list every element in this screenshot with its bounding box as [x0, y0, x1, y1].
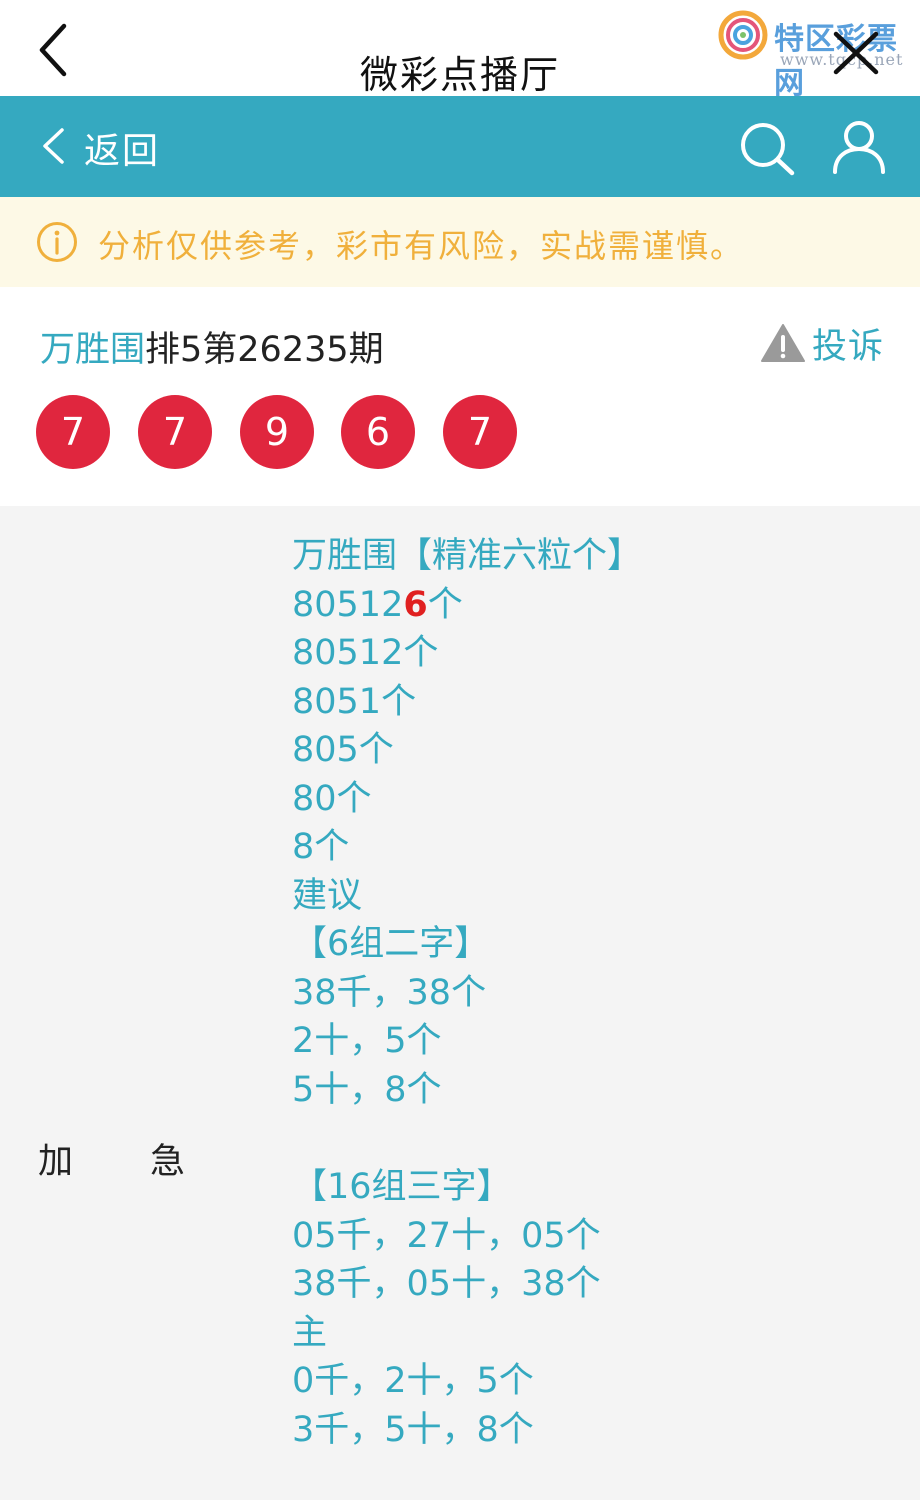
risk-warning-banner: 分析仅供参考，彩市有风险，实战需谨慎。	[0, 197, 920, 287]
number-ball: 7	[138, 395, 212, 469]
content-line: 建议	[292, 876, 363, 916]
content-line: 8个	[292, 827, 350, 867]
content-line: 80512个	[292, 633, 439, 673]
content-line: 2十，5个	[292, 1021, 442, 1061]
complaint-button[interactable]: 投诉	[760, 321, 884, 367]
content-heading: 万胜围【精准六粒个】	[292, 536, 643, 576]
complaint-label: 投诉	[812, 326, 885, 367]
chevron-left-icon[interactable]	[40, 126, 66, 166]
content-line-suffix: 个	[427, 585, 463, 625]
side-label-left: 加	[38, 1142, 74, 1182]
info-icon	[37, 222, 77, 262]
content-line: 5十，8个	[292, 1070, 442, 1110]
site-logo: 特区彩票网 www.tqcp.net	[718, 10, 914, 101]
warning-text: 分析仅供参考，彩市有风险，实战需谨慎。	[98, 227, 745, 265]
content-line: 【16组三字】	[292, 1167, 512, 1207]
warning-triangle-icon	[761, 324, 805, 362]
content-line: 38千，38个	[292, 973, 487, 1013]
close-icon[interactable]	[830, 28, 882, 78]
side-label-right: 急	[150, 1142, 186, 1182]
title-bar: 微彩点播厅 特区彩票网 www.tqcp.net	[0, 0, 920, 101]
issue-label: 排5第26235期	[145, 330, 384, 370]
highlight-digit: 6	[403, 585, 428, 625]
nav-bar: 返回	[0, 96, 920, 197]
content-line: 3千，5十，8个	[292, 1410, 534, 1450]
content-line: 0千，2十，5个	[292, 1361, 534, 1401]
content-line-prefix: 80512	[292, 585, 404, 625]
content-line: 805个	[292, 730, 394, 770]
content-line: 38千，05十，38个	[292, 1264, 601, 1304]
search-icon[interactable]	[738, 120, 796, 176]
content-line: 主	[292, 1313, 328, 1353]
number-ball: 6	[341, 395, 415, 469]
prediction-content: 万胜围【精准六粒个】 805126个 80512个 8051个 805个 80个…	[0, 506, 920, 1500]
logo-swirl-icon	[718, 10, 768, 60]
expert-name[interactable]: 万胜围	[40, 330, 145, 370]
number-ball: 7	[443, 395, 517, 469]
content-line: 【6组二字】	[292, 924, 490, 964]
draw-result-card: 万胜围排5第26235期 投诉 7 7 9 6 7	[0, 287, 920, 506]
number-ball: 9	[240, 395, 314, 469]
content-line: 805126个	[292, 581, 463, 629]
user-icon[interactable]	[830, 120, 888, 174]
content-line: 80个	[292, 779, 372, 819]
back-button[interactable]: 返回	[84, 122, 160, 174]
content-line: 8051个	[292, 682, 417, 722]
content-line: 05千，27十，05个	[292, 1216, 601, 1256]
card-title: 万胜围排5第26235期	[40, 321, 384, 372]
number-ball: 7	[36, 395, 110, 469]
